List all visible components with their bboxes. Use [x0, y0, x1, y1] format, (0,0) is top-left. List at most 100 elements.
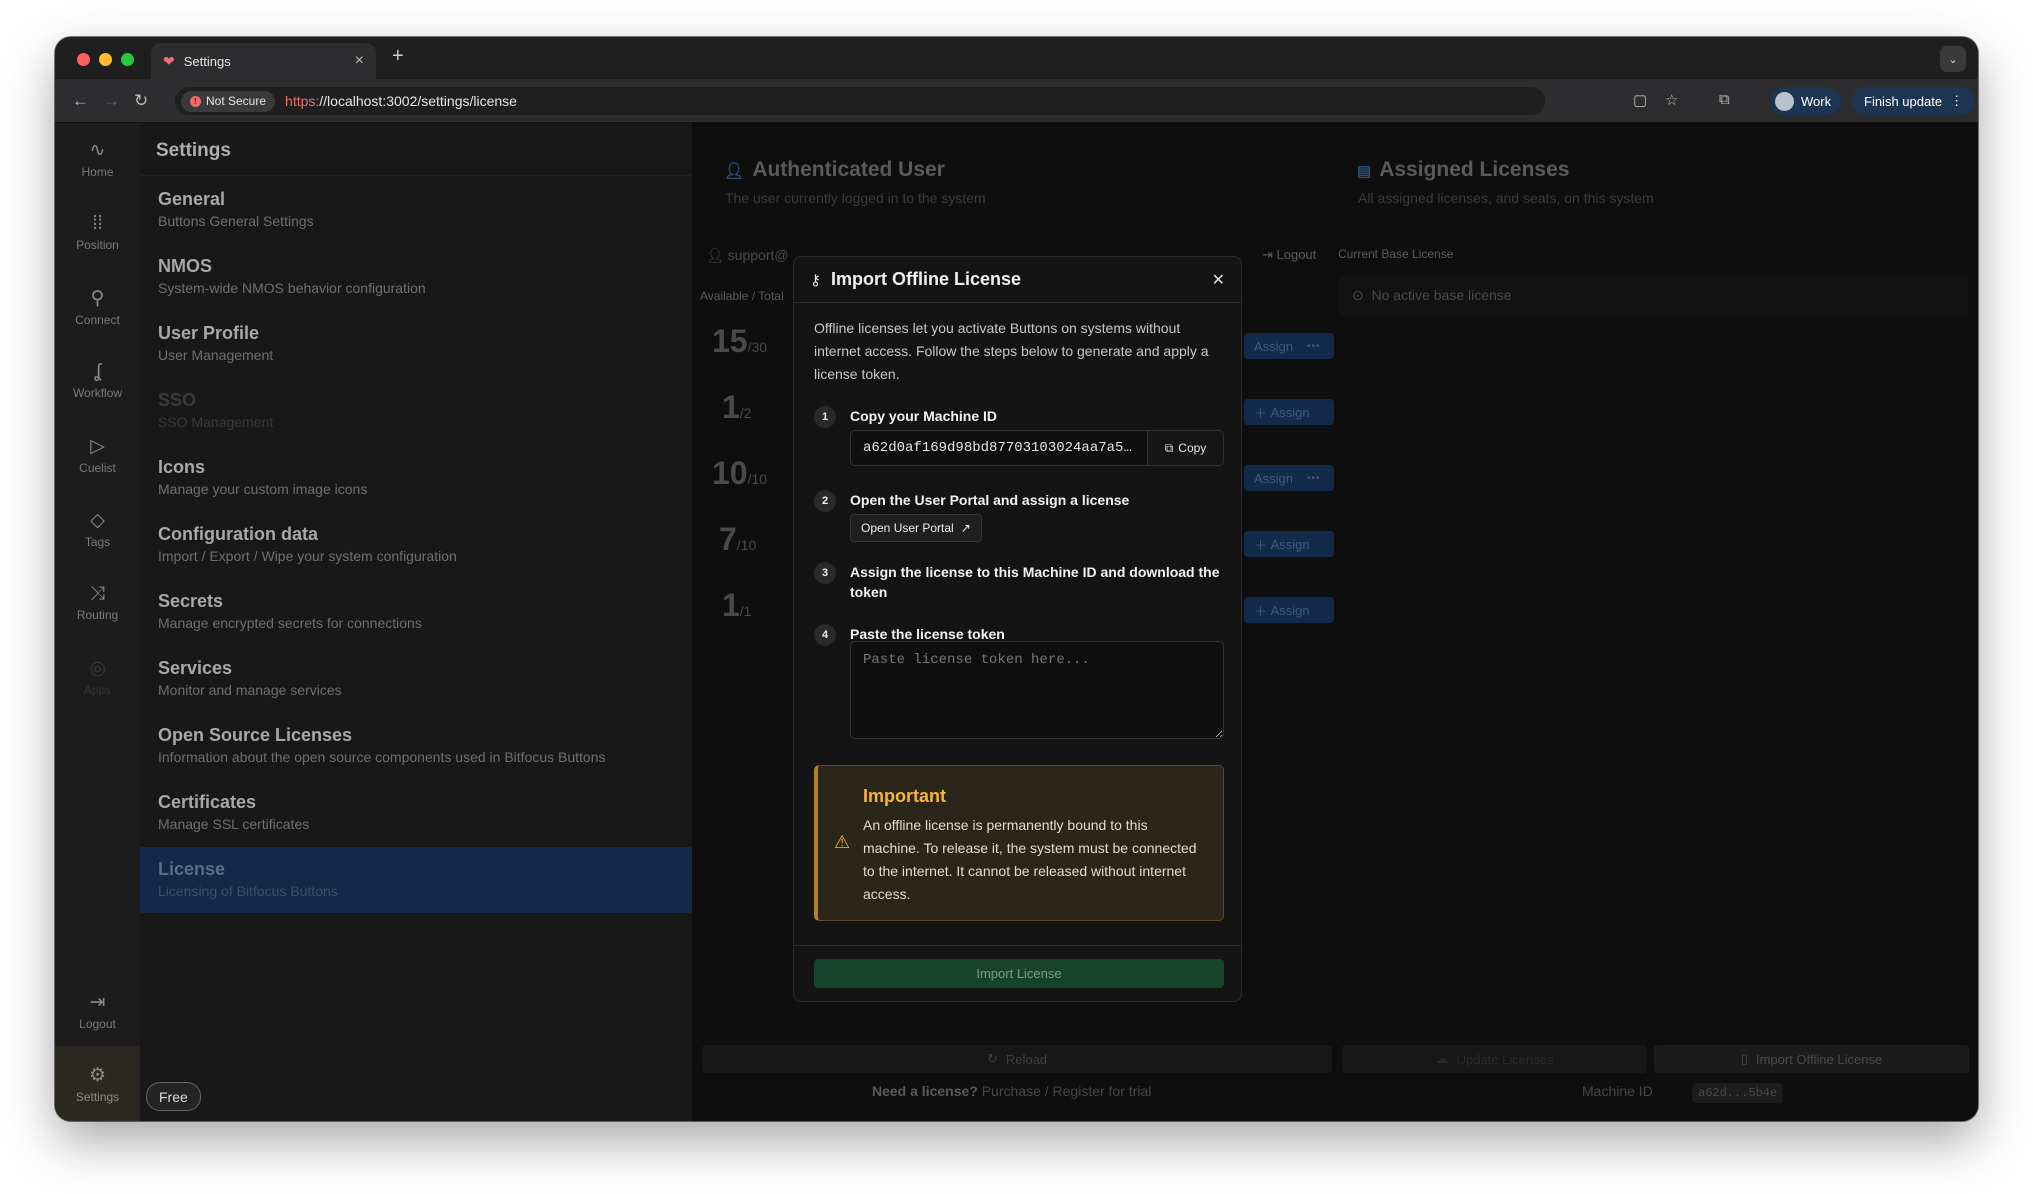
window-controls — [77, 53, 134, 66]
rail-item-cuelist[interactable]: ▷ Cuelist — [55, 435, 140, 475]
reload-button[interactable]: ↻ Reload — [702, 1045, 1332, 1073]
dialog-intro: Offline licenses let you activate Button… — [814, 320, 1209, 382]
user-icon: 👤︎ — [724, 163, 745, 180]
update-licenses-button[interactable]: ☁ Update Licenses — [1342, 1045, 1647, 1073]
rail-item-position[interactable]: ⁞⁞ Position — [55, 213, 140, 252]
cloud-icon: ☁ — [1435, 1051, 1449, 1066]
sidebar-item-icons[interactable]: Icons Manage your custom image icons — [140, 445, 692, 511]
close-icon[interactable]: ✕ — [1212, 270, 1225, 290]
url-text: https://localhost:3002/settings/license — [285, 93, 517, 109]
user-icon-title: 👤︎ Authenticated User — [724, 158, 945, 181]
bookmark-star-icon[interactable]: ☆ — [1665, 91, 1678, 109]
rail-item-home[interactable]: ∿ Home — [55, 139, 140, 179]
file-icon: ▯ — [1740, 1051, 1748, 1066]
more-vertical-icon: ⋮ — [1950, 93, 1964, 108]
tab-bar: ❤ Settings × + ⌄ — [55, 37, 1978, 79]
license-token-input[interactable] — [850, 641, 1224, 739]
logout-icon: ⇥ — [89, 992, 106, 1013]
assign-button[interactable]: Assign — [1244, 333, 1334, 359]
rail-logout[interactable]: ⇥ Logout — [55, 991, 140, 1031]
rail-item-workflow[interactable]: ʆ Workflow — [55, 361, 140, 400]
step-label: Open the User Portal and assign a licens… — [850, 492, 1130, 508]
rail-settings[interactable]: ⚙ Settings — [55, 1046, 140, 1121]
rail-item-connect[interactable]: ⚲ Connect — [55, 287, 140, 327]
assign-button[interactable]: ＋ Assign — [1244, 399, 1334, 425]
purchase-link[interactable]: Purchase / Register for trial — [982, 1083, 1152, 1099]
browser-window: ❤ Settings × + ⌄ ← → ↻ ! Not Secure https… — [55, 37, 1978, 1121]
sidebar-item-general[interactable]: General Buttons General Settings — [140, 177, 692, 243]
grid-icon: ⁞⁞ — [92, 213, 103, 234]
minimize-window-button[interactable] — [99, 53, 112, 66]
tag-icon: ◇ — [90, 510, 105, 531]
license-count: 1/2 — [722, 389, 752, 425]
sidebar-item-services[interactable]: Services Monitor and manage services — [140, 646, 692, 712]
close-window-button[interactable] — [77, 53, 90, 66]
rail-item-tags[interactable]: ◇ Tags — [55, 509, 140, 549]
forward-icon[interactable]: → — [103, 91, 120, 111]
sidebar-item-secrets[interactable]: Secrets Manage encrypted secrets for conn… — [140, 579, 692, 645]
copy-button[interactable]: ⧉ Copy — [1147, 431, 1223, 465]
copy-icon: ⧉ — [1164, 440, 1174, 455]
reload-icon: ↻ — [986, 1051, 998, 1066]
reload-icon[interactable]: ↻ — [134, 91, 148, 111]
favicon-icon: ❤ — [163, 52, 175, 69]
machine-id-text[interactable]: a62d0af169d98bd87703103024aa7a5… — [851, 431, 1147, 465]
address-bar: ← → ↻ ! Not Secure https://localhost:3002… — [55, 79, 1978, 123]
new-tab-icon[interactable]: + — [392, 45, 404, 68]
import-license-button[interactable]: Import License — [814, 959, 1224, 988]
logout-link[interactable]: ⇥ Logout — [1262, 247, 1316, 263]
step-label: Copy your Machine ID — [850, 408, 998, 424]
assign-button[interactable]: Assign — [1244, 465, 1334, 491]
sidebar-item-nmos[interactable]: NMOS System-wide NMOS behavior configurat… — [140, 244, 692, 310]
sidebar-item-sso: SSO SSO Management — [158, 390, 274, 430]
step-number: 2 — [814, 490, 836, 512]
back-icon[interactable]: ← — [72, 91, 89, 111]
machine-id-label: Machine ID — [1582, 1083, 1653, 1099]
finish-update-button[interactable]: Finish update ⋮ — [1852, 87, 1976, 115]
shuffle-icon: ⤨ — [89, 583, 106, 604]
maximize-window-button[interactable] — [121, 53, 134, 66]
workflow-icon: ʆ — [94, 361, 101, 382]
open-user-portal-button[interactable]: Open User Portal ↗ — [850, 514, 982, 542]
sidebar-item-license[interactable]: License Licensing of Bitfocus Buttons — [140, 847, 692, 913]
gear-icon: ⚙ — [88, 1065, 107, 1086]
close-tab-icon[interactable]: × — [355, 52, 364, 70]
license-count: 7/10 — [719, 521, 757, 557]
avail-total-label: Available / Total — [700, 289, 784, 303]
url-field[interactable]: ! Not Secure https://localhost:3002/setti… — [175, 87, 1545, 115]
step-number: 3 — [814, 562, 836, 584]
rail-item-routing[interactable]: ⤨ Routing — [55, 583, 140, 622]
plan-badge: Free — [146, 1082, 201, 1111]
warning-icon: ! — [190, 95, 201, 107]
avatar — [1775, 91, 1794, 111]
assigned-title: ▤ Assigned Licenses — [1357, 158, 1570, 181]
profile-button[interactable]: Work — [1770, 87, 1842, 115]
license-icon: ▤ — [1357, 163, 1372, 180]
important-warning: ⚠ Important An offline license is perman… — [814, 765, 1224, 921]
assign-button[interactable]: ＋ Assign — [1244, 597, 1334, 623]
sidebar-item-configuration[interactable]: Configuration data Import / Export / Wipe… — [140, 512, 692, 578]
tab-dropdown-icon[interactable]: ⌄ — [1940, 46, 1966, 72]
step-number: 1 — [814, 406, 836, 428]
sidebar-item-certificates[interactable]: Certificates Manage SSL certificates — [140, 780, 692, 846]
no-base-license: ⊙ No active base license — [1338, 276, 1968, 316]
clipboard-icon[interactable]: ▢ — [1633, 91, 1647, 109]
rail-item-apps[interactable]: ◎ Apps — [55, 657, 140, 697]
browser-tab[interactable]: ❤ Settings × — [151, 43, 376, 79]
assign-button[interactable]: ＋ Assign — [1244, 531, 1334, 557]
play-icon: ▷ — [90, 436, 105, 457]
dialog-header: ⚷ Import Offline License ✕ — [794, 257, 1241, 303]
not-secure-badge[interactable]: ! Not Secure — [181, 90, 276, 112]
app: ∿ Home ⁞⁞ Position ⚲ Connect ʆ Workflow ▷ Cue… — [55, 123, 1978, 1121]
machine-id-field: a62d0af169d98bd87703103024aa7a5… ⧉ Copy — [850, 430, 1224, 466]
dialog-footer: Import License — [794, 945, 1241, 1001]
sidebar-item-open-source[interactable]: Open Source Licenses Information about th… — [140, 713, 692, 779]
machine-id-value: a62d...5b4e — [1692, 1083, 1784, 1103]
step-label: Assign the license to this Machine ID an… — [850, 564, 1220, 600]
extensions-icon[interactable]: ⧉ — [1719, 91, 1730, 108]
import-offline-license-button[interactable]: ▯ Import Offline License — [1654, 1045, 1969, 1073]
external-link-icon: ↗ — [960, 521, 971, 535]
need-license-text: Need a license? Purchase / Register for … — [872, 1083, 1152, 1099]
sidebar-item-user-profile[interactable]: User Profile User Management — [140, 311, 692, 377]
dialog-title: Import Offline License — [831, 269, 1022, 289]
